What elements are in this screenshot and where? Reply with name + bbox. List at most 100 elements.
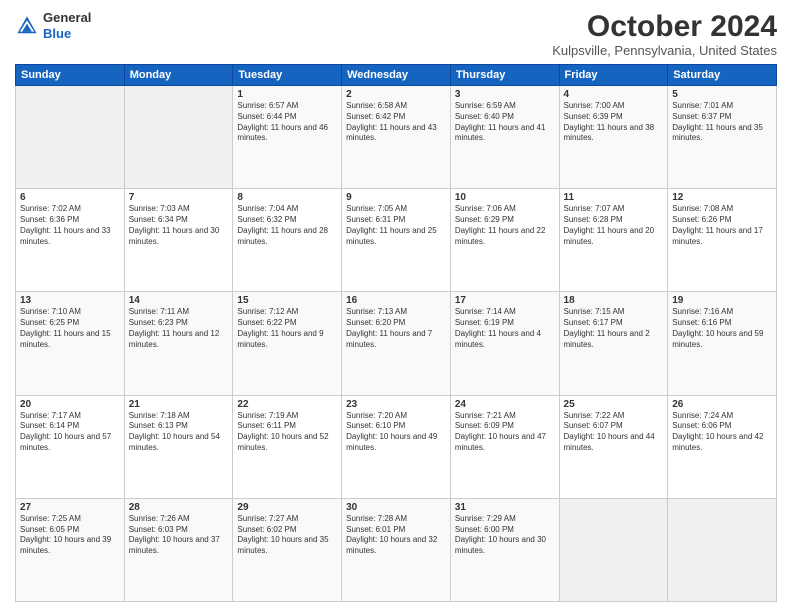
day-number: 16 — [346, 295, 446, 306]
day-number: 14 — [129, 295, 229, 306]
calendar-header-tuesday: Tuesday — [233, 65, 342, 86]
logo-blue: Blue — [43, 26, 71, 41]
calendar-cell: 29Sunrise: 7:27 AM Sunset: 6:02 PM Dayli… — [233, 498, 342, 601]
calendar-cell: 12Sunrise: 7:08 AM Sunset: 6:26 PM Dayli… — [668, 189, 777, 292]
day-number: 19 — [672, 295, 772, 306]
cell-info: Sunrise: 7:12 AM Sunset: 6:22 PM Dayligh… — [237, 307, 337, 350]
cell-info: Sunrise: 7:27 AM Sunset: 6:02 PM Dayligh… — [237, 514, 337, 557]
cell-info: Sunrise: 7:24 AM Sunset: 6:06 PM Dayligh… — [672, 411, 772, 454]
day-number: 17 — [455, 295, 555, 306]
calendar-cell: 13Sunrise: 7:10 AM Sunset: 6:25 PM Dayli… — [16, 292, 125, 395]
day-number: 30 — [346, 502, 446, 513]
day-number: 23 — [346, 399, 446, 410]
calendar-header-sunday: Sunday — [16, 65, 125, 86]
calendar-header-thursday: Thursday — [450, 65, 559, 86]
day-number: 24 — [455, 399, 555, 410]
calendar-cell: 7Sunrise: 7:03 AM Sunset: 6:34 PM Daylig… — [124, 189, 233, 292]
header: General Blue October 2024 Kulpsville, Pe… — [15, 10, 777, 58]
logo: General Blue — [15, 10, 91, 41]
month-title: October 2024 — [552, 10, 777, 43]
cell-info: Sunrise: 7:18 AM Sunset: 6:13 PM Dayligh… — [129, 411, 229, 454]
day-number: 20 — [20, 399, 120, 410]
day-number: 6 — [20, 192, 120, 203]
day-number: 18 — [564, 295, 664, 306]
calendar-header-wednesday: Wednesday — [342, 65, 451, 86]
day-number: 25 — [564, 399, 664, 410]
cell-info: Sunrise: 7:21 AM Sunset: 6:09 PM Dayligh… — [455, 411, 555, 454]
cell-info: Sunrise: 7:08 AM Sunset: 6:26 PM Dayligh… — [672, 204, 772, 247]
calendar-cell: 19Sunrise: 7:16 AM Sunset: 6:16 PM Dayli… — [668, 292, 777, 395]
calendar-cell: 18Sunrise: 7:15 AM Sunset: 6:17 PM Dayli… — [559, 292, 668, 395]
cell-info: Sunrise: 7:20 AM Sunset: 6:10 PM Dayligh… — [346, 411, 446, 454]
calendar-cell — [16, 86, 125, 189]
cell-info: Sunrise: 7:25 AM Sunset: 6:05 PM Dayligh… — [20, 514, 120, 557]
day-number: 1 — [237, 89, 337, 100]
calendar-cell — [668, 498, 777, 601]
calendar-cell: 15Sunrise: 7:12 AM Sunset: 6:22 PM Dayli… — [233, 292, 342, 395]
calendar-week-4: 20Sunrise: 7:17 AM Sunset: 6:14 PM Dayli… — [16, 395, 777, 498]
cell-info: Sunrise: 7:22 AM Sunset: 6:07 PM Dayligh… — [564, 411, 664, 454]
cell-info: Sunrise: 7:10 AM Sunset: 6:25 PM Dayligh… — [20, 307, 120, 350]
calendar-cell: 25Sunrise: 7:22 AM Sunset: 6:07 PM Dayli… — [559, 395, 668, 498]
logo-general: General — [43, 10, 91, 25]
day-number: 11 — [564, 192, 664, 203]
calendar-cell: 21Sunrise: 7:18 AM Sunset: 6:13 PM Dayli… — [124, 395, 233, 498]
calendar-cell: 23Sunrise: 7:20 AM Sunset: 6:10 PM Dayli… — [342, 395, 451, 498]
cell-info: Sunrise: 7:01 AM Sunset: 6:37 PM Dayligh… — [672, 101, 772, 144]
calendar-cell: 17Sunrise: 7:14 AM Sunset: 6:19 PM Dayli… — [450, 292, 559, 395]
cell-info: Sunrise: 7:19 AM Sunset: 6:11 PM Dayligh… — [237, 411, 337, 454]
calendar-cell: 6Sunrise: 7:02 AM Sunset: 6:36 PM Daylig… — [16, 189, 125, 292]
cell-info: Sunrise: 6:57 AM Sunset: 6:44 PM Dayligh… — [237, 101, 337, 144]
day-number: 27 — [20, 502, 120, 513]
day-number: 9 — [346, 192, 446, 203]
cell-info: Sunrise: 6:59 AM Sunset: 6:40 PM Dayligh… — [455, 101, 555, 144]
cell-info: Sunrise: 7:28 AM Sunset: 6:01 PM Dayligh… — [346, 514, 446, 557]
cell-info: Sunrise: 7:26 AM Sunset: 6:03 PM Dayligh… — [129, 514, 229, 557]
calendar-week-1: 1Sunrise: 6:57 AM Sunset: 6:44 PM Daylig… — [16, 86, 777, 189]
location: Kulpsville, Pennsylvania, United States — [552, 43, 777, 58]
cell-info: Sunrise: 7:13 AM Sunset: 6:20 PM Dayligh… — [346, 307, 446, 350]
calendar-cell: 28Sunrise: 7:26 AM Sunset: 6:03 PM Dayli… — [124, 498, 233, 601]
day-number: 10 — [455, 192, 555, 203]
calendar-cell: 16Sunrise: 7:13 AM Sunset: 6:20 PM Dayli… — [342, 292, 451, 395]
day-number: 2 — [346, 89, 446, 100]
calendar-cell: 5Sunrise: 7:01 AM Sunset: 6:37 PM Daylig… — [668, 86, 777, 189]
calendar-week-3: 13Sunrise: 7:10 AM Sunset: 6:25 PM Dayli… — [16, 292, 777, 395]
calendar-cell: 2Sunrise: 6:58 AM Sunset: 6:42 PM Daylig… — [342, 86, 451, 189]
logo-icon — [15, 14, 39, 38]
day-number: 5 — [672, 89, 772, 100]
cell-info: Sunrise: 7:17 AM Sunset: 6:14 PM Dayligh… — [20, 411, 120, 454]
calendar-cell: 10Sunrise: 7:06 AM Sunset: 6:29 PM Dayli… — [450, 189, 559, 292]
cell-info: Sunrise: 7:07 AM Sunset: 6:28 PM Dayligh… — [564, 204, 664, 247]
day-number: 12 — [672, 192, 772, 203]
cell-info: Sunrise: 7:02 AM Sunset: 6:36 PM Dayligh… — [20, 204, 120, 247]
calendar-header-saturday: Saturday — [668, 65, 777, 86]
calendar-cell: 8Sunrise: 7:04 AM Sunset: 6:32 PM Daylig… — [233, 189, 342, 292]
cell-info: Sunrise: 7:00 AM Sunset: 6:39 PM Dayligh… — [564, 101, 664, 144]
day-number: 8 — [237, 192, 337, 203]
calendar-cell: 14Sunrise: 7:11 AM Sunset: 6:23 PM Dayli… — [124, 292, 233, 395]
cell-info: Sunrise: 7:06 AM Sunset: 6:29 PM Dayligh… — [455, 204, 555, 247]
cell-info: Sunrise: 6:58 AM Sunset: 6:42 PM Dayligh… — [346, 101, 446, 144]
calendar-cell: 9Sunrise: 7:05 AM Sunset: 6:31 PM Daylig… — [342, 189, 451, 292]
day-number: 29 — [237, 502, 337, 513]
calendar-cell — [559, 498, 668, 601]
cell-info: Sunrise: 7:11 AM Sunset: 6:23 PM Dayligh… — [129, 307, 229, 350]
calendar-cell: 4Sunrise: 7:00 AM Sunset: 6:39 PM Daylig… — [559, 86, 668, 189]
day-number: 31 — [455, 502, 555, 513]
logo-text: General Blue — [43, 10, 91, 41]
calendar-cell: 27Sunrise: 7:25 AM Sunset: 6:05 PM Dayli… — [16, 498, 125, 601]
cell-info: Sunrise: 7:15 AM Sunset: 6:17 PM Dayligh… — [564, 307, 664, 350]
calendar-header-monday: Monday — [124, 65, 233, 86]
cell-info: Sunrise: 7:29 AM Sunset: 6:00 PM Dayligh… — [455, 514, 555, 557]
calendar-cell: 11Sunrise: 7:07 AM Sunset: 6:28 PM Dayli… — [559, 189, 668, 292]
calendar-cell: 1Sunrise: 6:57 AM Sunset: 6:44 PM Daylig… — [233, 86, 342, 189]
calendar-table: SundayMondayTuesdayWednesdayThursdayFrid… — [15, 64, 777, 602]
calendar-cell: 24Sunrise: 7:21 AM Sunset: 6:09 PM Dayli… — [450, 395, 559, 498]
calendar-cell: 30Sunrise: 7:28 AM Sunset: 6:01 PM Dayli… — [342, 498, 451, 601]
calendar-page: General Blue October 2024 Kulpsville, Pe… — [0, 0, 792, 612]
calendar-week-5: 27Sunrise: 7:25 AM Sunset: 6:05 PM Dayli… — [16, 498, 777, 601]
cell-info: Sunrise: 7:04 AM Sunset: 6:32 PM Dayligh… — [237, 204, 337, 247]
calendar-cell: 31Sunrise: 7:29 AM Sunset: 6:00 PM Dayli… — [450, 498, 559, 601]
calendar-cell: 22Sunrise: 7:19 AM Sunset: 6:11 PM Dayli… — [233, 395, 342, 498]
